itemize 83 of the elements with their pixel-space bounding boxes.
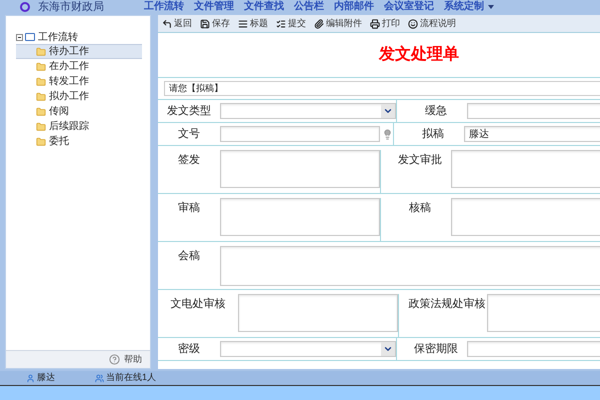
text-area[interactable]: [238, 294, 398, 332]
save-icon: [200, 18, 210, 28]
field-label: 缓急: [424, 104, 448, 119]
field-label: 签发: [177, 153, 201, 168]
select-field[interactable]: [220, 341, 396, 357]
online-count: 当前在线1人: [106, 371, 156, 384]
windows-icon: [25, 33, 35, 41]
tree-item[interactable]: 转发工作: [16, 74, 142, 89]
select-field[interactable]: [220, 103, 396, 119]
toolbar-button[interactable]: 打印: [370, 16, 400, 30]
folder-icon: [36, 136, 46, 146]
folder-icon: [36, 62, 46, 72]
checklist-icon: [276, 18, 286, 28]
text-area[interactable]: [220, 150, 380, 188]
tree-item-label: 委托: [49, 134, 69, 149]
caret-down-icon: [488, 4, 494, 8]
form-title: 发文处理单: [379, 44, 459, 65]
tree-item[interactable]: 工作流转: [38, 30, 78, 44]
text-area[interactable]: [451, 150, 600, 188]
text-area[interactable]: [220, 198, 380, 236]
tree-item-label: 传阅: [49, 105, 69, 119]
tree-item-label: 待办工作: [49, 44, 89, 59]
nav-link[interactable]: 系统定制: [444, 0, 484, 12]
field-label: 拟稿: [421, 126, 445, 142]
tree-item[interactable]: 后续跟踪: [16, 119, 142, 134]
folder-icon: [36, 76, 46, 86]
field-label: 核稿: [408, 201, 432, 216]
toolbar-button[interactable]: 保存: [200, 16, 230, 30]
input-field[interactable]: 滕达: [464, 126, 600, 142]
chevron-down-icon: [381, 104, 395, 118]
field-label: 文电处审核: [170, 296, 226, 312]
nav-link[interactable]: 文件查找: [244, 0, 284, 12]
field-label: 保密期限: [413, 342, 459, 357]
prompt-field: 请您【拟稿】: [164, 81, 600, 96]
field-label: 政策法规处审核: [408, 296, 486, 312]
input-field[interactable]: [220, 126, 380, 142]
user-icon: [26, 374, 35, 382]
toolbar-button[interactable]: 编辑附件: [314, 16, 362, 30]
tree-item-label: 后续跟踪: [49, 120, 89, 134]
field-label: 密级: [177, 342, 201, 357]
users-icon: [95, 374, 104, 382]
help-link[interactable]: 帮助: [124, 352, 142, 366]
field-label: 审稿: [177, 200, 201, 216]
app-title: 东海市财政局: [38, 0, 104, 12]
toolbar-button[interactable]: 提交: [276, 16, 306, 30]
toolbar-button[interactable]: 流程说明: [408, 16, 456, 30]
toolbar-button[interactable]: 标题: [238, 16, 268, 30]
nav-link[interactable]: 会议室登记: [384, 0, 434, 12]
nav-link[interactable]: 文件管理: [194, 0, 234, 12]
text-area[interactable]: [451, 198, 600, 236]
tree-item-label: 转发工作: [49, 75, 89, 89]
toolbar-button[interactable]: 返回: [162, 16, 192, 30]
tree-item[interactable]: 传阅: [16, 104, 142, 119]
user-name: 滕达: [37, 371, 55, 384]
lines-icon: [238, 18, 248, 28]
nav-link[interactable]: 工作流转: [144, 0, 184, 12]
tree-item-label: 拟办工作: [49, 90, 89, 104]
nav-link[interactable]: 内部邮件: [334, 0, 374, 12]
back-arrow-icon: [162, 18, 172, 28]
printer-icon: [370, 18, 380, 28]
nav-link[interactable]: 公告栏: [294, 0, 324, 12]
field-label: 会稿: [177, 249, 201, 264]
tree-item[interactable]: 委托: [16, 134, 142, 149]
ring-logo-icon: [20, 2, 30, 12]
input-value: 滕达: [469, 128, 489, 142]
tree-item[interactable]: 在办工作: [16, 59, 142, 74]
folder-icon: [36, 92, 46, 102]
text-area[interactable]: [487, 294, 600, 332]
paperclip-icon: [314, 18, 324, 28]
field-label: 文号: [177, 126, 201, 142]
tree-item[interactable]: 待办工作: [16, 44, 142, 59]
collapse-icon[interactable]: [16, 34, 23, 40]
tree-item[interactable]: 拟办工作: [16, 89, 142, 104]
field-label: 发文类型: [166, 104, 212, 119]
smiley-icon: [408, 18, 418, 28]
folder-icon: [36, 122, 46, 132]
help-icon: [109, 354, 120, 365]
tree-item-label: 在办工作: [49, 60, 89, 74]
text-area[interactable]: [220, 246, 600, 286]
folder-icon: [36, 106, 46, 116]
field-label: 发文审批: [397, 152, 443, 168]
folder-icon: [36, 46, 46, 56]
chevron-down-icon: [381, 342, 395, 356]
